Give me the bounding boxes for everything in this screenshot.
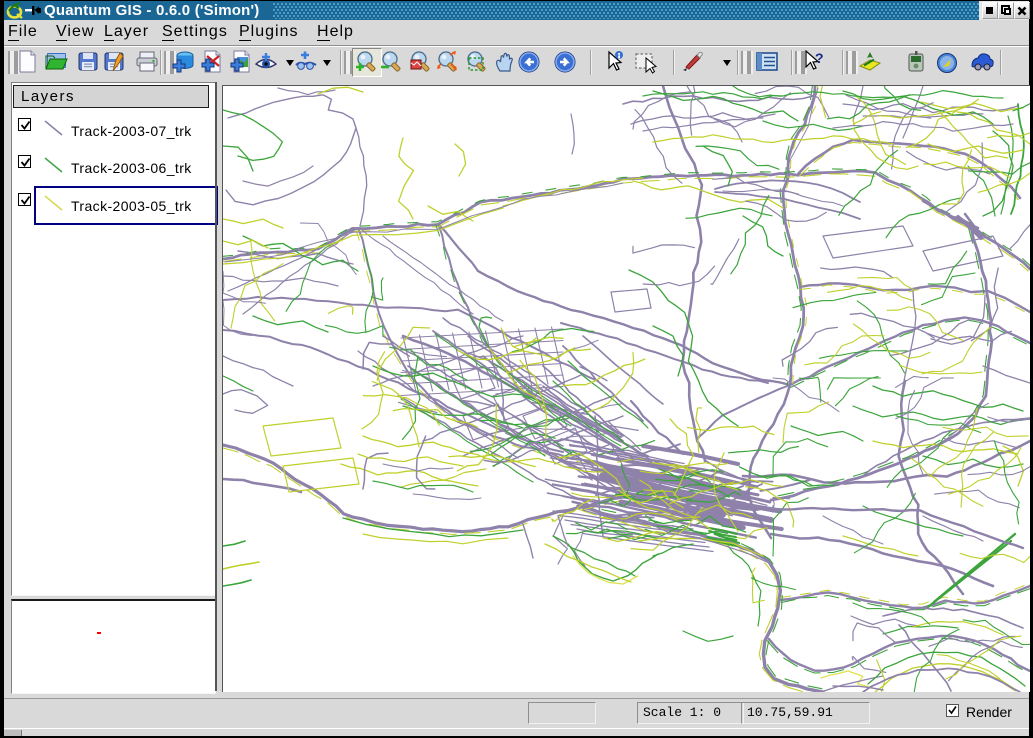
svg-text:?: ? (815, 50, 824, 66)
